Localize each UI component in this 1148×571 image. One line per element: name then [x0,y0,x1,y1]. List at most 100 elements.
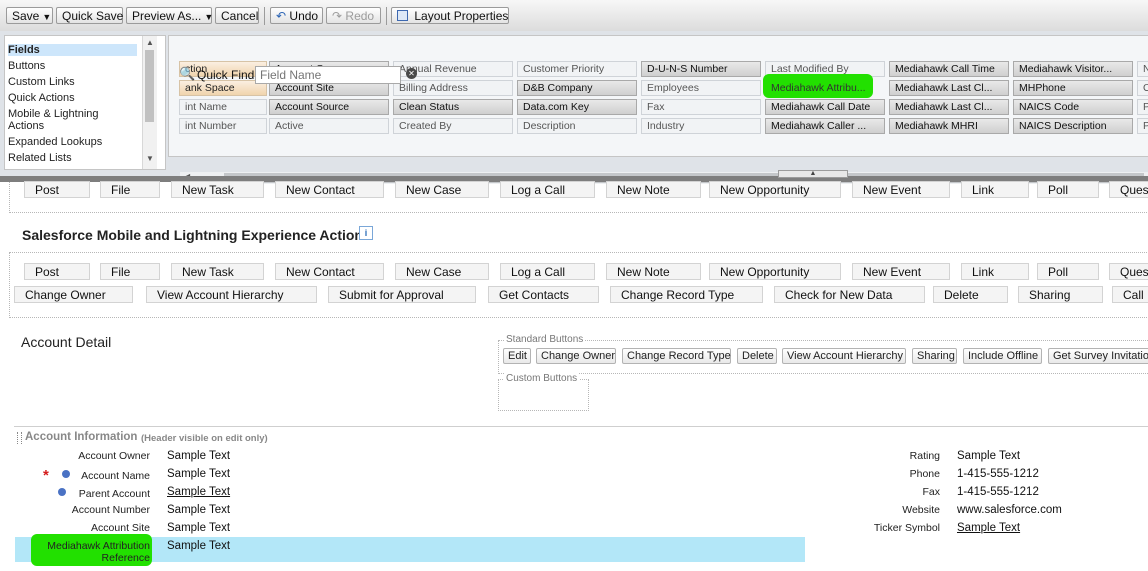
mobile-action-new-note[interactable]: New Note [606,263,701,280]
palette-field[interactable]: N [1137,61,1148,77]
mobile-action-new-contact[interactable]: New Contact [275,263,384,280]
palette-field[interactable]: Fax [641,99,761,115]
mobile-action-new-case[interactable]: New Case [395,263,489,280]
category-related-lists[interactable]: Related Lists [8,152,72,164]
mobile-action-call[interactable]: Call [1112,286,1148,303]
palette-field[interactable]: Description [517,118,637,134]
palette-field[interactable]: MHPhone [1013,80,1133,96]
palette-field[interactable]: P [1137,118,1148,134]
palette-field[interactable]: Account Source [269,99,389,115]
cancel-button[interactable]: Cancel [215,7,259,24]
palette-field[interactable]: Active [269,118,389,134]
mobile-action-view-account-hierarchy[interactable]: View Account Hierarchy [146,286,317,303]
palette-field[interactable]: Mediahawk Caller ... [765,118,885,134]
palette-field[interactable]: Industry [641,118,761,134]
palette-field[interactable]: Clean Status [393,99,513,115]
mobile-action-get-contacts[interactable]: Get Contacts [488,286,599,303]
palette-field[interactable]: int Number [179,118,267,134]
standard-button-delete[interactable]: Delete [737,348,777,364]
palette-field[interactable]: NAICS Description [1013,118,1133,134]
scroll-up-icon[interactable]: ▲ [146,38,154,47]
quick-action-new-opportunity[interactable]: New Opportunity [709,181,841,198]
quick-save-button[interactable]: Quick Save [56,7,123,24]
redo-icon: ↷ [332,9,343,23]
mobile-action-check-for-new-data[interactable]: Check for New Data [774,286,925,303]
scroll-down-icon[interactable]: ▼ [146,154,154,163]
palette-field[interactable]: Mediahawk Call Time [889,61,1009,77]
mobile-action-file[interactable]: File [100,263,160,280]
standard-button-view-account-hierarchy[interactable]: View Account Hierarchy [782,348,906,364]
field-value-parent-account[interactable]: Sample Text [167,486,230,498]
mobile-action-log-a-call[interactable]: Log a Call [500,263,595,280]
drag-handle-icon[interactable] [17,432,22,444]
mobile-action-submit-for-approval[interactable]: Submit for Approval [328,286,476,303]
quick-action-file[interactable]: File [100,181,160,198]
clear-search-icon[interactable]: ✕ [406,68,417,79]
info-icon[interactable]: i [359,226,373,240]
quick-action-link[interactable]: Link [961,181,1029,198]
quick-action-ques[interactable]: Ques [1109,181,1148,198]
palette-field[interactable]: Mediahawk Visitor... [1013,61,1133,77]
quick-action-post[interactable]: Post [24,181,90,198]
quick-action-new-task[interactable]: New Task [171,181,264,198]
category-scrollbar[interactable]: ▲ ▼ [142,36,157,169]
category-mobile-lightning-actions[interactable]: Actions [8,120,44,132]
quick-action-poll[interactable]: Poll [1037,181,1099,198]
palette-field[interactable]: Mediahawk Call Date [765,99,885,115]
palette-field[interactable]: Billing Address [393,80,513,96]
field-value-ticker-symbol[interactable]: Sample Text [957,522,1020,534]
mobile-action-new-event[interactable]: New Event [852,263,950,280]
palette-field[interactable]: NAICS Code [1013,99,1133,115]
standard-button-change-record-type[interactable]: Change Record Type [622,348,731,364]
category-buttons[interactable]: Buttons [8,60,45,72]
redo-button[interactable]: ↷ Redo [326,7,381,24]
palette-field[interactable]: Mediahawk Attribu... [765,80,885,96]
category-quick-actions[interactable]: Quick Actions [8,92,75,104]
undo-button[interactable]: ↶ Undo [270,7,323,24]
chevron-down-icon: ▼ [204,12,214,22]
mobile-action-ques[interactable]: Ques [1109,263,1148,280]
category-custom-links[interactable]: Custom Links [8,76,75,88]
save-button[interactable]: Save ▼ [6,7,53,24]
palette-field[interactable]: Mediahawk Last Cl... [889,80,1009,96]
mobile-action-change-record-type[interactable]: Change Record Type [610,286,763,303]
palette-field[interactable]: Customer Priority [517,61,637,77]
quick-find-input[interactable] [255,66,401,84]
standard-button-change-owner[interactable]: Change Owner [536,348,616,364]
palette-field[interactable]: Mediahawk MHRI [889,118,1009,134]
palette-field[interactable]: Created By [393,118,513,134]
quick-action-new-note[interactable]: New Note [606,181,701,198]
category-fields[interactable]: Fields [8,44,137,56]
palette-field[interactable]: Mediahawk Last Cl... [889,99,1009,115]
preview-as-button[interactable]: Preview As... ▼ [126,7,214,24]
quick-action-new-event[interactable]: New Event [852,181,950,198]
palette-field[interactable]: Employees [641,80,761,96]
mobile-action-new-opportunity[interactable]: New Opportunity [709,263,841,280]
standard-button-include-offline[interactable]: Include Offline [963,348,1042,364]
layout-properties-button[interactable]: Layout Properties [391,7,509,24]
mobile-action-delete[interactable]: Delete [933,286,1008,303]
mobile-action-change-owner[interactable]: Change Owner [14,286,133,303]
standard-button-edit[interactable]: Edit [503,348,531,364]
quick-action-new-case[interactable]: New Case [395,181,489,198]
palette-field[interactable]: int Name [179,99,267,115]
palette-field[interactable]: P [1137,99,1148,115]
mobile-action-post[interactable]: Post [24,263,90,280]
category-expanded-lookups[interactable]: Expanded Lookups [8,136,102,148]
mobile-action-sharing[interactable]: Sharing [1018,286,1103,303]
category-scroll-thumb[interactable] [145,50,154,122]
standard-button-sharing[interactable]: Sharing [912,348,957,364]
quick-action-log-a-call[interactable]: Log a Call [500,181,595,198]
palette-field[interactable]: D&B Company [517,80,637,96]
palette-field[interactable]: ank Space [179,80,267,96]
palette-field[interactable]: O [1137,80,1148,96]
palette-field[interactable]: Data.com Key [517,99,637,115]
mobile-action-new-task[interactable]: New Task [171,263,264,280]
standard-button-get-survey-invitatio[interactable]: Get Survey Invitatio [1048,348,1148,364]
mobile-action-link[interactable]: Link [961,263,1029,280]
quick-action-new-contact[interactable]: New Contact [275,181,384,198]
splitter-grip-icon[interactable]: ▲ [778,170,848,178]
category-mobile-lightning[interactable]: Mobile & Lightning [8,108,99,120]
mobile-action-poll[interactable]: Poll [1037,263,1099,280]
palette-field[interactable]: D-U-N-S Number [641,61,761,77]
